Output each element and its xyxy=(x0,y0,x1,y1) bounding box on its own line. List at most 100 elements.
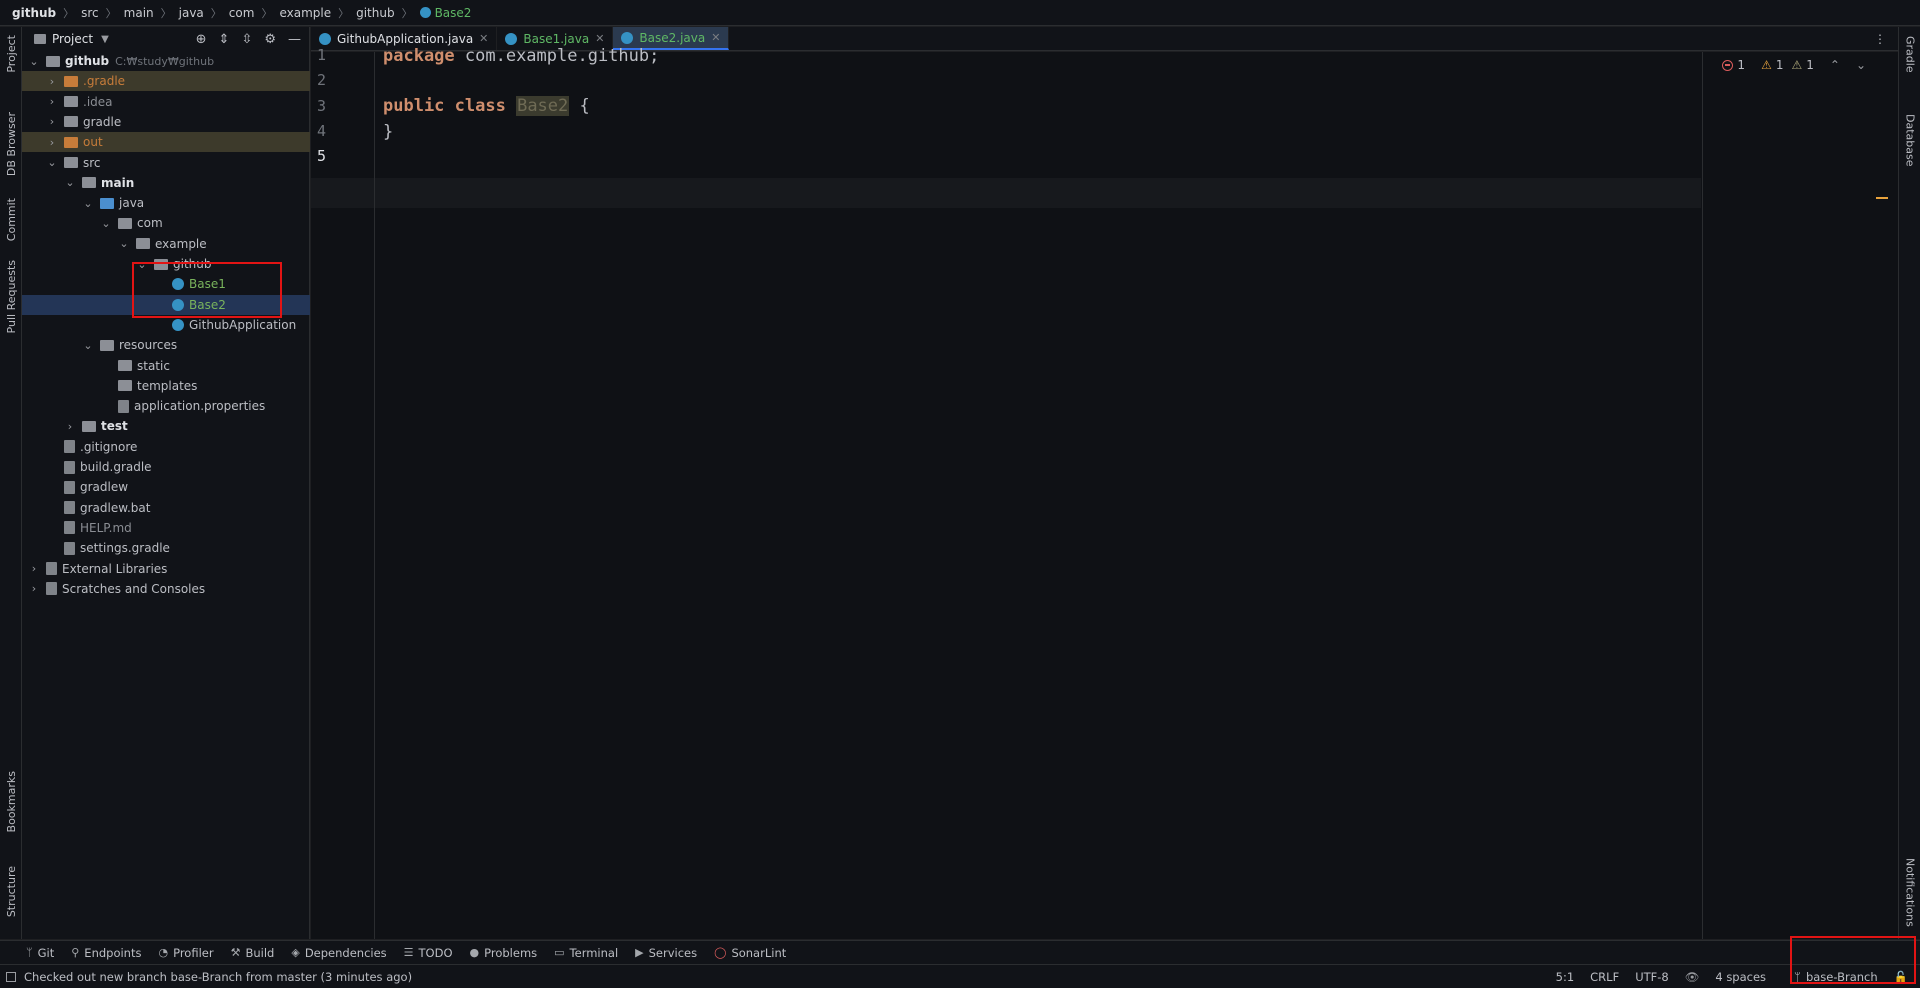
close-icon[interactable]: ✕ xyxy=(711,31,720,44)
breadcrumb-item[interactable]: com xyxy=(229,6,255,20)
tree-node-label: HELP.md xyxy=(80,520,132,535)
tree-node[interactable]: › gradle xyxy=(22,112,310,132)
code-line-3: public class Base2 { xyxy=(383,96,590,116)
gradle-tool-tab[interactable]: Gradle xyxy=(1899,29,1920,79)
chevron-right-icon[interactable]: › xyxy=(64,420,76,433)
breadcrumb-item[interactable]: Base2 xyxy=(419,6,471,20)
project-panel-title[interactable]: Project xyxy=(52,32,93,46)
tree-node[interactable]: .gitignore xyxy=(22,437,310,457)
breadcrumb-item[interactable]: src xyxy=(81,6,99,20)
status-message[interactable]: Checked out new branch base-Branch from … xyxy=(24,970,412,984)
tree-node[interactable]: gradlew.bat xyxy=(22,498,310,518)
indent-setting[interactable]: 4 spaces xyxy=(1715,970,1766,984)
chevron-down-icon[interactable]: ⌄ xyxy=(64,176,76,189)
chevron-right-icon[interactable]: › xyxy=(46,136,58,149)
chevron-down-icon[interactable]: ⌄ xyxy=(46,156,58,169)
locate-file-icon[interactable]: ⊕ xyxy=(196,32,207,47)
hide-panel-icon[interactable]: — xyxy=(288,32,301,47)
line-separator[interactable]: CRLF xyxy=(1590,970,1619,984)
todo-icon: ☰ xyxy=(403,946,414,959)
tree-node[interactable]: ⌄ src xyxy=(22,153,310,173)
tree-node[interactable]: HELP.md xyxy=(22,518,310,538)
chevron-down-icon[interactable]: ⌄ xyxy=(118,237,130,250)
tool-window-button[interactable]: ᛘ Git xyxy=(26,946,54,960)
tool-window-button[interactable]: ◯ SonarLint xyxy=(714,946,786,960)
tree-node[interactable]: settings.gradle xyxy=(22,538,310,558)
breadcrumb-item[interactable]: github xyxy=(356,6,394,20)
tree-node[interactable]: › out xyxy=(22,132,310,153)
code-editor[interactable]: 1 2 3 4 5 package com.example.github; public… xyxy=(311,46,1898,939)
close-icon[interactable]: ✕ xyxy=(595,32,604,45)
file-encoding[interactable]: UTF-8 xyxy=(1635,970,1669,984)
chevron-down-icon[interactable]: ⌄ xyxy=(100,217,112,230)
expand-all-icon[interactable]: ⇕ xyxy=(219,32,230,47)
chevron-down-icon[interactable]: ⌄ xyxy=(82,197,94,210)
commit-tool-tab[interactable]: Commit xyxy=(0,195,22,245)
tree-node[interactable]: › .gradle xyxy=(22,71,310,92)
db-browser-tool-tab[interactable]: DB Browser xyxy=(0,109,22,179)
chevron-right-icon[interactable]: › xyxy=(28,582,40,595)
breadcrumb-item[interactable]: example xyxy=(279,6,331,20)
editor-tab-label: Base1.java xyxy=(523,31,590,46)
next-highlight-icon[interactable]: ⌄ xyxy=(1856,58,1866,72)
weak-warning-count: 1 xyxy=(1806,58,1814,72)
inspection-widget[interactable]: 1 ⚠ 1 ⚠ 1 ⌃ ⌄ xyxy=(1722,58,1866,72)
chevron-right-icon[interactable]: › xyxy=(46,115,58,128)
structure-tool-tab[interactable]: Structure xyxy=(0,862,22,922)
folder-icon xyxy=(82,420,96,432)
pull-requests-tool-tab[interactable]: Pull Requests xyxy=(0,257,22,337)
tree-node-label: github xyxy=(65,54,110,68)
breadcrumb-item[interactable]: java xyxy=(179,6,204,20)
chevron-down-icon[interactable]: ⌄ xyxy=(82,339,94,352)
tool-window-button[interactable]: ▶ Services xyxy=(635,946,697,960)
notifications-tool-tab[interactable]: Notifications xyxy=(1899,847,1920,937)
scrollbar-warning-marker[interactable] xyxy=(1876,197,1888,199)
bookmarks-tool-tab[interactable]: Bookmarks xyxy=(0,767,22,837)
chevron-right-icon[interactable]: › xyxy=(28,562,40,575)
caret-position[interactable]: 5:1 xyxy=(1556,970,1575,984)
tree-node[interactable]: › test xyxy=(22,416,310,436)
tree-node[interactable]: › Scratches and Consoles xyxy=(22,579,310,599)
status-layout-icon[interactable] xyxy=(6,971,16,982)
commit-tool-label: Commit xyxy=(4,198,18,242)
tool-window-button[interactable]: ⚲ Endpoints xyxy=(71,946,141,960)
tree-node[interactable]: build.gradle xyxy=(22,457,310,477)
previous-highlight-icon[interactable]: ⌃ xyxy=(1830,58,1840,72)
tool-window-button[interactable]: ◈ Dependencies xyxy=(291,946,386,960)
tree-node[interactable]: ⌄ com xyxy=(22,213,310,233)
terminal-icon: ▭ xyxy=(554,946,565,959)
breadcrumb-item[interactable]: github xyxy=(12,6,56,20)
collapse-all-icon[interactable]: ⇳ xyxy=(241,32,252,47)
tree-node[interactable]: › .idea xyxy=(22,92,310,112)
breadcrumb-separator-icon: 〉 xyxy=(261,6,273,20)
database-tool-tab[interactable]: Database xyxy=(1899,105,1920,175)
breadcrumb-item[interactable]: main xyxy=(124,6,154,20)
close-icon[interactable]: ✕ xyxy=(479,32,488,45)
tool-window-button[interactable]: ☰ TODO xyxy=(404,946,453,960)
chevron-down-icon[interactable]: ▼ xyxy=(101,34,109,45)
tree-node[interactable]: static xyxy=(22,356,310,376)
tree-node[interactable]: application.properties xyxy=(22,396,310,416)
tree-node[interactable]: › External Libraries xyxy=(22,559,310,579)
project-tool-tab[interactable]: Project xyxy=(0,29,22,79)
tool-window-button[interactable]: ⚒ Build xyxy=(231,946,275,960)
gear-icon[interactable]: ⚙ xyxy=(264,32,276,47)
tree-node[interactable]: gradlew xyxy=(22,477,310,497)
eye-icon[interactable]: 👁 xyxy=(1685,970,1700,984)
db-browser-tool-label: DB Browser xyxy=(4,111,18,177)
chevron-right-icon[interactable]: › xyxy=(46,75,58,88)
chevron-down-icon[interactable]: ⌄ xyxy=(28,55,40,68)
tree-node[interactable]: templates xyxy=(22,376,310,396)
tree-node[interactable]: ⌄ java xyxy=(22,193,310,213)
chevron-right-icon[interactable]: › xyxy=(46,95,58,108)
class-icon xyxy=(419,7,431,18)
tool-window-button[interactable]: ◔ Profiler xyxy=(158,946,213,960)
tree-node[interactable]: ⌄ resources xyxy=(22,335,310,355)
more-tabs-icon[interactable]: ⋮ xyxy=(1874,27,1898,50)
tree-node[interactable]: ⌄ example xyxy=(22,234,310,254)
tree-node[interactable]: ⌄ github C:₩study₩github xyxy=(22,51,310,71)
tool-window-button[interactable]: ▭ Terminal xyxy=(554,946,618,960)
tree-node[interactable]: ⌄ main xyxy=(22,173,310,193)
excluded-folder-icon xyxy=(64,136,78,148)
tool-window-button[interactable]: ● Problems xyxy=(470,946,538,960)
